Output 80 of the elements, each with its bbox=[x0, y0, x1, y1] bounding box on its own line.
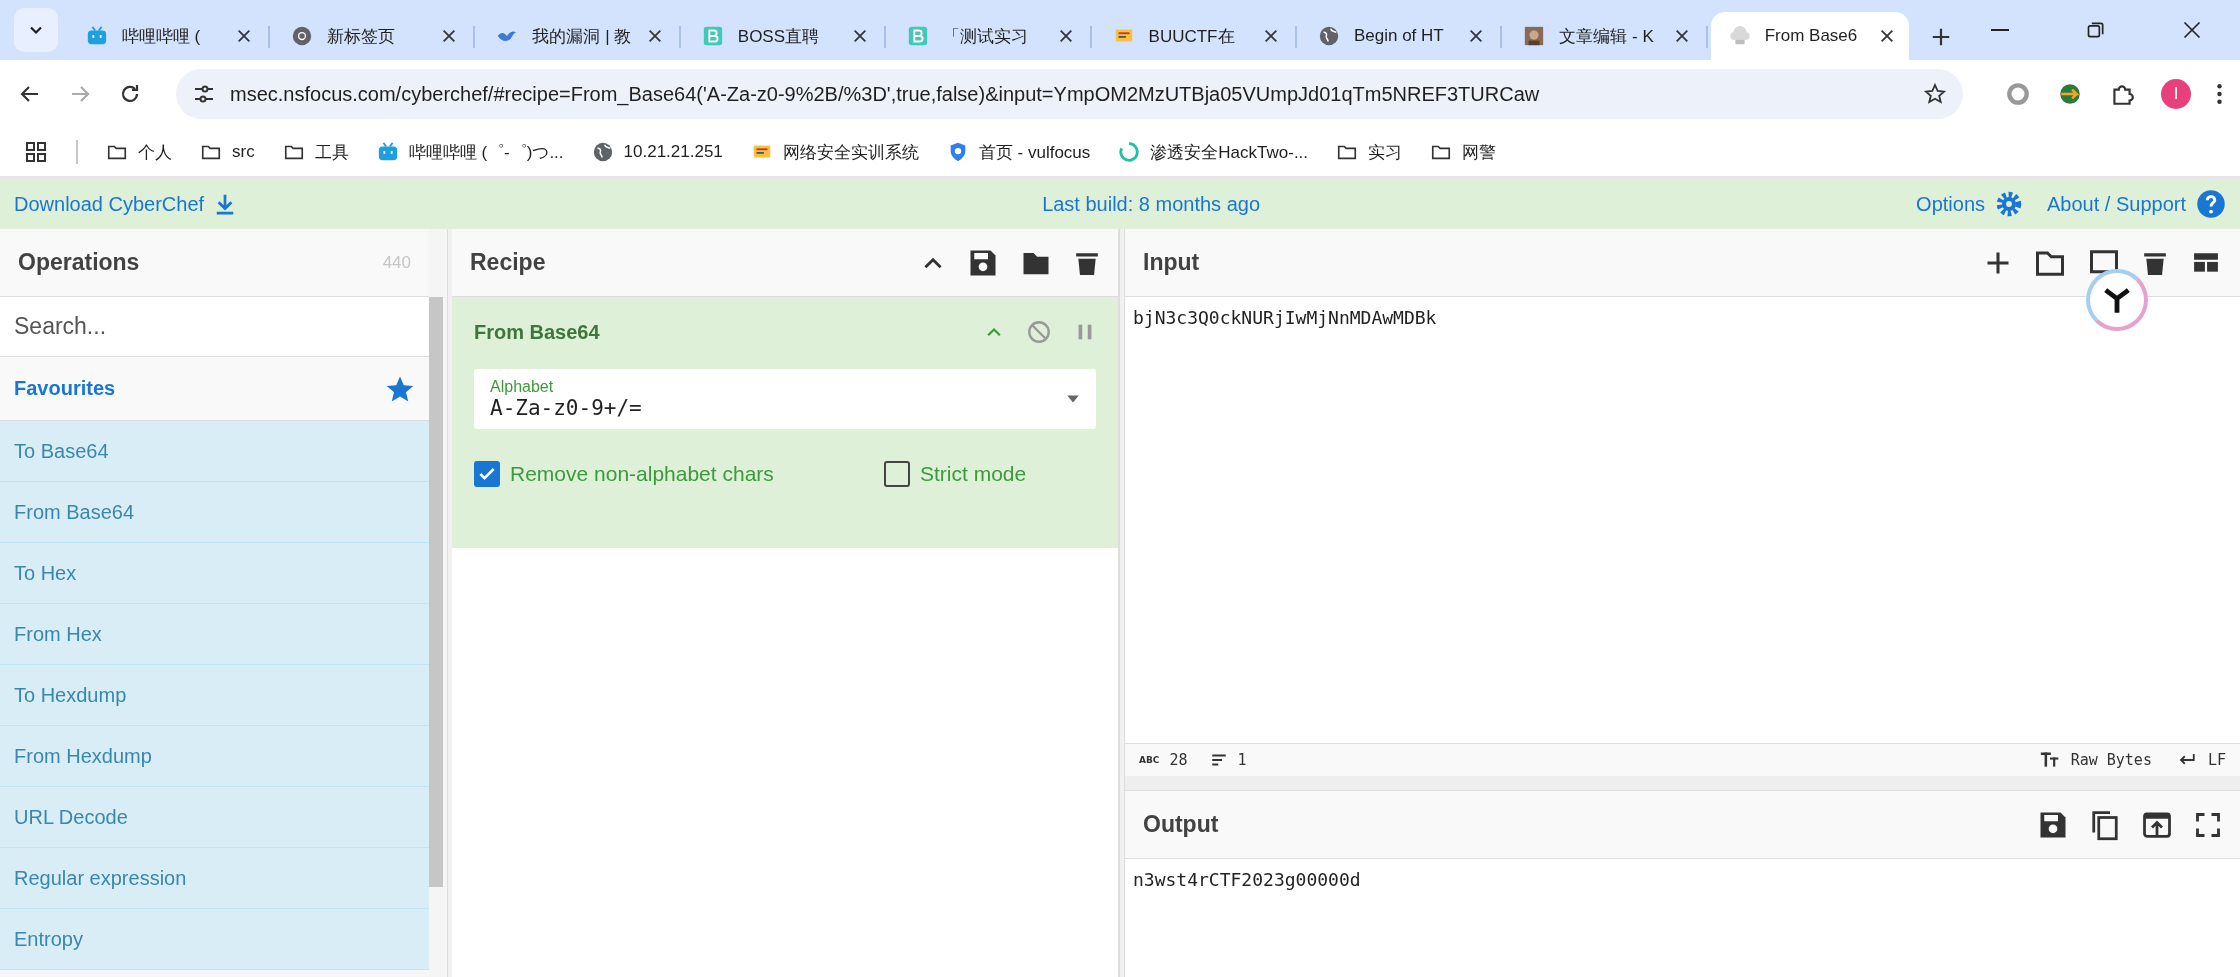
settings-icon bbox=[1995, 190, 2023, 218]
close-icon bbox=[1673, 28, 1690, 44]
minimize-icon bbox=[1990, 29, 2011, 31]
copy-icon bbox=[2090, 808, 2120, 841]
build-info: Last build: 8 months ago bbox=[1041, 192, 1262, 216]
globe-icon bbox=[1317, 25, 1340, 47]
browser-tab[interactable]: BUUCTF在 bbox=[1094, 12, 1293, 60]
close-icon bbox=[1262, 28, 1279, 44]
checkbox-label: Remove non-alphabet chars bbox=[510, 462, 774, 486]
bookmark[interactable]: 首页 - vulfocus bbox=[978, 140, 1091, 164]
dropdown-caret-icon bbox=[1066, 394, 1080, 404]
more-icon bbox=[2217, 84, 2222, 104]
browser-tab[interactable]: From Base6 bbox=[1710, 12, 1910, 60]
browser-tab[interactable]: Begin of HT bbox=[1299, 12, 1499, 60]
encoding-selector[interactable]: Raw Bytes bbox=[2070, 751, 2152, 769]
circle-icon bbox=[2005, 81, 2031, 107]
browser-tab[interactable]: 新标签页 bbox=[273, 12, 472, 60]
chef-hat-icon bbox=[1728, 25, 1751, 47]
bookmark[interactable]: 工具 bbox=[314, 140, 349, 164]
replace-input-icon bbox=[2142, 809, 2172, 840]
url-text: msec.nsfocus.com/cyberchef/#recipe=From_Base64('A-Za-z0-9%2B/%3D',true,false)&input=YmpOM2MzUTBja05VUmpJd01qTm5NREF3TURCaw bbox=[230, 82, 1541, 106]
download-link[interactable]: Download CyberChef bbox=[14, 192, 205, 216]
text-size-icon bbox=[2038, 750, 2061, 770]
tv-icon bbox=[376, 141, 399, 163]
checkbox[interactable] bbox=[884, 461, 910, 487]
eol-selector[interactable]: LF bbox=[2207, 751, 2226, 769]
b-icon bbox=[907, 25, 930, 47]
bookmark[interactable]: src bbox=[232, 142, 255, 162]
apps-icon bbox=[24, 140, 48, 164]
panel-title: Recipe bbox=[470, 249, 547, 276]
bookmark-star-icon bbox=[1923, 82, 1947, 106]
bookmark[interactable]: 实习 bbox=[1368, 140, 1403, 164]
close-icon bbox=[852, 28, 869, 44]
bookmark[interactable]: 网警 bbox=[1462, 140, 1497, 164]
close-icon bbox=[1057, 28, 1074, 44]
tab-search-button[interactable] bbox=[14, 8, 58, 52]
bookmark[interactable]: 哔哩哔哩 (゜-゜)つ... bbox=[408, 140, 564, 164]
browser-tab[interactable]: 哔哩哔哩 ( bbox=[67, 12, 267, 60]
about-link[interactable]: About / Support bbox=[2047, 192, 2186, 216]
close-icon bbox=[646, 28, 663, 44]
browser-icon bbox=[291, 25, 314, 47]
browser-tab[interactable]: 我的漏洞 | 教 bbox=[478, 12, 677, 60]
search-field[interactable]: Search... bbox=[0, 297, 429, 357]
checkbox[interactable] bbox=[474, 461, 500, 487]
operation-name: From Base64 bbox=[474, 320, 601, 344]
bookmark[interactable]: 网络安全实训系统 bbox=[782, 140, 919, 164]
input-text[interactable]: bjN3c3Q0ckNURjIwMjNnMDAwMDBk bbox=[1125, 297, 2240, 338]
bookmark[interactable]: 10.21.21.251 bbox=[623, 142, 723, 162]
close-icon bbox=[1468, 28, 1485, 44]
b-icon bbox=[701, 25, 724, 47]
restore-icon bbox=[2086, 20, 2107, 40]
close-icon bbox=[236, 28, 253, 44]
output-text: n3wst4rCTF2023g00000d bbox=[1132, 868, 1362, 892]
line-count: 1 bbox=[1237, 751, 1247, 769]
panel-title: Operations bbox=[18, 249, 141, 276]
char-count: 28 bbox=[1169, 751, 1188, 769]
close-icon bbox=[1879, 28, 1896, 44]
tv-icon bbox=[85, 25, 108, 47]
profile-avatar[interactable]: I bbox=[2161, 79, 2191, 109]
bookmark[interactable]: 渗透安全HackTwo-... bbox=[1150, 140, 1309, 164]
length-icon: ABC bbox=[1139, 755, 1160, 765]
scrollbar-thumb[interactable] bbox=[429, 297, 443, 887]
checkbox-label: Strict mode bbox=[920, 462, 1027, 486]
browser-tab[interactable]: BOSS直聘 bbox=[683, 12, 883, 60]
browser-tab[interactable]: 「测试实习 bbox=[889, 12, 1088, 60]
ring-icon bbox=[1118, 141, 1141, 163]
address-bar[interactable]: msec.nsfocus.com/cyberchef/#recipe=From_Base64('A-Za-z0-9%2B/%3D',true,false)&input=YmpOM2MzUTBja05VUmpJd01qTm5NREF3TURCaw bbox=[176, 69, 1963, 119]
globe-icon bbox=[591, 141, 614, 163]
help-icon bbox=[2196, 189, 2226, 219]
close-icon bbox=[2182, 20, 2203, 40]
fullscreen-icon bbox=[2194, 810, 2222, 839]
browser-tab[interactable]: 文章编辑 - K bbox=[1505, 12, 1704, 60]
disable-icon bbox=[1026, 319, 1052, 345]
photo-icon bbox=[1523, 25, 1546, 47]
alphabet-dropdown[interactable]: Alphabet A-Za-z0-9+/= bbox=[474, 369, 1096, 429]
close-icon bbox=[441, 28, 458, 44]
bookmark[interactable]: 个人 bbox=[138, 140, 172, 164]
panel-title: Input bbox=[1143, 249, 1201, 276]
panel-title: Output bbox=[1143, 811, 1220, 838]
options-link[interactable]: Options bbox=[1916, 192, 1985, 216]
